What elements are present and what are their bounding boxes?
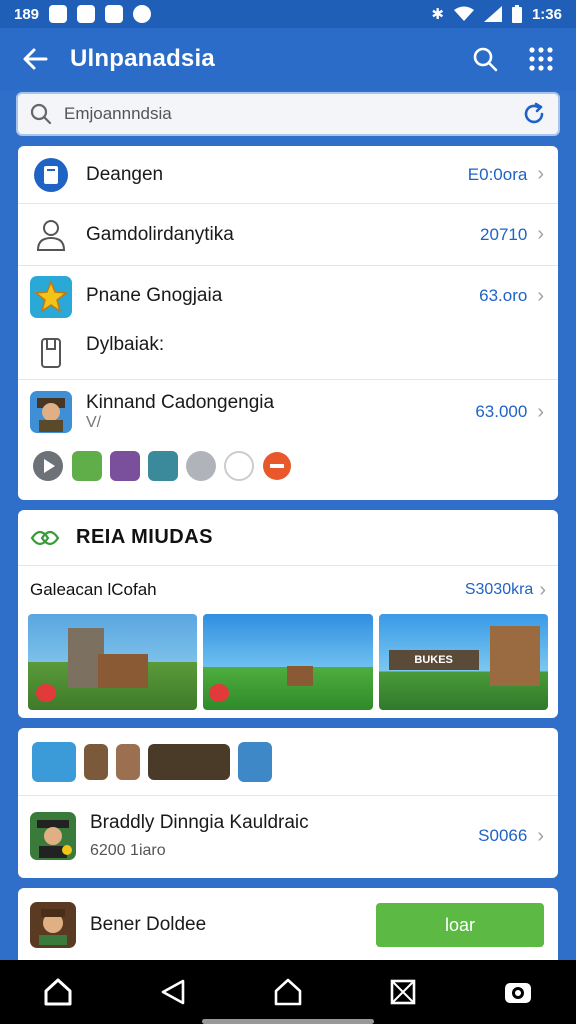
remove-icon[interactable] — [262, 451, 292, 481]
section-card: REIA MIUDAS Galeacan lCofah S3030kra › B… — [18, 510, 558, 718]
camera-icon[interactable] — [503, 977, 533, 1007]
list-item-value: 20710 — [480, 224, 528, 244]
gallery-title: Galeacan lCofah — [30, 580, 157, 599]
home-indicator — [202, 1019, 374, 1024]
navigation-bar — [0, 960, 576, 1024]
avatar[interactable] — [32, 741, 76, 782]
install-card: Bener Doldee loar — [18, 888, 558, 968]
grid-menu-icon[interactable] — [528, 46, 554, 72]
section-header: REIA MIUDAS — [18, 510, 558, 566]
avatar[interactable] — [148, 451, 178, 481]
status-bar: 189 ✱ 1:36 — [0, 0, 576, 28]
chevron-right-icon: › — [537, 163, 544, 185]
game-screenshot[interactable] — [203, 614, 373, 710]
character-avatar-icon — [30, 391, 72, 433]
bluetooth-icon: ✱ — [431, 6, 444, 23]
play-icon[interactable] — [32, 450, 64, 482]
leaf-icon — [30, 530, 60, 545]
featured-card: Braddly Dinngia Kauldraic 6200 1iaro S00… — [18, 728, 558, 878]
battery-icon — [511, 5, 522, 23]
recents-icon[interactable] — [389, 978, 417, 1006]
list-item-title: Kinnand Cadongengia — [86, 392, 275, 413]
list-item[interactable]: Pnane Gnogjaia 63.oro › Dylbaiak: — [18, 266, 558, 380]
user-outline-icon — [30, 214, 72, 256]
screenshot-gallery: BUKES — [18, 614, 558, 710]
game-screenshot[interactable] — [28, 614, 198, 710]
list-item-value: 63.000 — [475, 402, 528, 421]
clipboard-icon — [30, 332, 72, 374]
list-item[interactable]: Gamdolirdanytika 20710 › — [18, 204, 558, 266]
banner-text: BUKES — [388, 650, 479, 670]
avatar[interactable] — [72, 451, 102, 481]
list-item-title: Dylbaiak: — [86, 334, 165, 355]
avatar[interactable] — [148, 743, 230, 780]
gallery-header[interactable]: Galeacan lCofah S3030kra › — [18, 566, 558, 614]
list-item-title: Deangen — [86, 163, 164, 185]
avatar[interactable] — [84, 743, 108, 780]
refresh-icon[interactable] — [522, 102, 546, 126]
avatar[interactable] — [224, 451, 254, 481]
list-item-subtitle: 6200 1iaro — [90, 842, 166, 859]
list-item[interactable]: Kinnand Cadongengia V/ 63.000 › — [18, 380, 558, 444]
character-avatar-icon — [30, 902, 76, 948]
star-badge-icon — [30, 276, 72, 318]
avatar[interactable] — [116, 743, 140, 780]
chevron-right-icon: › — [539, 578, 546, 601]
gallery-value: S3030kra — [464, 581, 534, 598]
chevron-right-icon: › — [537, 400, 544, 423]
app-icon — [30, 153, 72, 196]
list-item-title: Bener Doldee — [90, 914, 207, 935]
app-bar: Ulnpanadsia — [0, 28, 576, 90]
list-item-title: Braddly Dinngia Kauldraic — [90, 812, 309, 833]
arrow-left-icon — [23, 48, 48, 70]
signal-icon — [483, 6, 502, 22]
section-title: REIA MIUDAS — [76, 526, 213, 548]
game-screenshot[interactable]: BUKES — [378, 614, 548, 710]
home-icon[interactable] — [43, 977, 73, 1007]
back-button[interactable] — [0, 28, 70, 90]
list-item[interactable]: Bener Doldee loar — [18, 888, 558, 954]
list-item-value: S0066 — [478, 826, 528, 845]
chevron-right-icon: › — [537, 824, 544, 847]
status-time: 1:36 — [531, 5, 562, 23]
back-triangle-icon[interactable] — [159, 978, 187, 1006]
avatar[interactable] — [110, 451, 140, 481]
list-item-value: E0:0ora — [467, 164, 528, 184]
avatar[interactable] — [238, 741, 272, 782]
list-item-title: Pnane Gnogjaia — [86, 285, 223, 306]
list-item[interactable]: Braddly Dinngia Kauldraic 6200 1iaro S00… — [18, 796, 558, 876]
search-icon — [30, 103, 52, 125]
list-item-title: Gamdolirdanytika — [86, 223, 234, 245]
app-notification-icon — [77, 5, 96, 23]
avatar-row — [18, 444, 558, 488]
page-title: Ulnpanadsia — [70, 45, 215, 72]
search-bar[interactable]: Emjoannndsia — [16, 92, 560, 136]
sync-notification-icon — [133, 5, 152, 23]
chevron-right-icon: › — [537, 223, 544, 245]
search-icon[interactable] — [472, 46, 498, 72]
app-list-card: Deangen E0:0ora › Gamdolirdanytika 20710… — [18, 146, 558, 500]
list-item[interactable]: Deangen E0:0ora › — [18, 146, 558, 204]
photo-notification-icon — [49, 5, 68, 23]
camera-notification-icon — [105, 5, 124, 23]
home-outline-icon[interactable] — [273, 977, 303, 1007]
character-avatar-icon — [30, 812, 76, 860]
list-item-subtitle: V/ — [86, 414, 102, 431]
install-button[interactable]: loar — [376, 903, 544, 947]
avatar-row — [18, 728, 558, 796]
chevron-right-icon: › — [537, 284, 544, 307]
status-text: 189 — [14, 5, 40, 23]
list-item-value: 63.oro — [479, 286, 528, 305]
avatar[interactable] — [186, 451, 216, 481]
wifi-icon — [453, 6, 474, 21]
search-input[interactable]: Emjoannndsia — [64, 104, 522, 124]
